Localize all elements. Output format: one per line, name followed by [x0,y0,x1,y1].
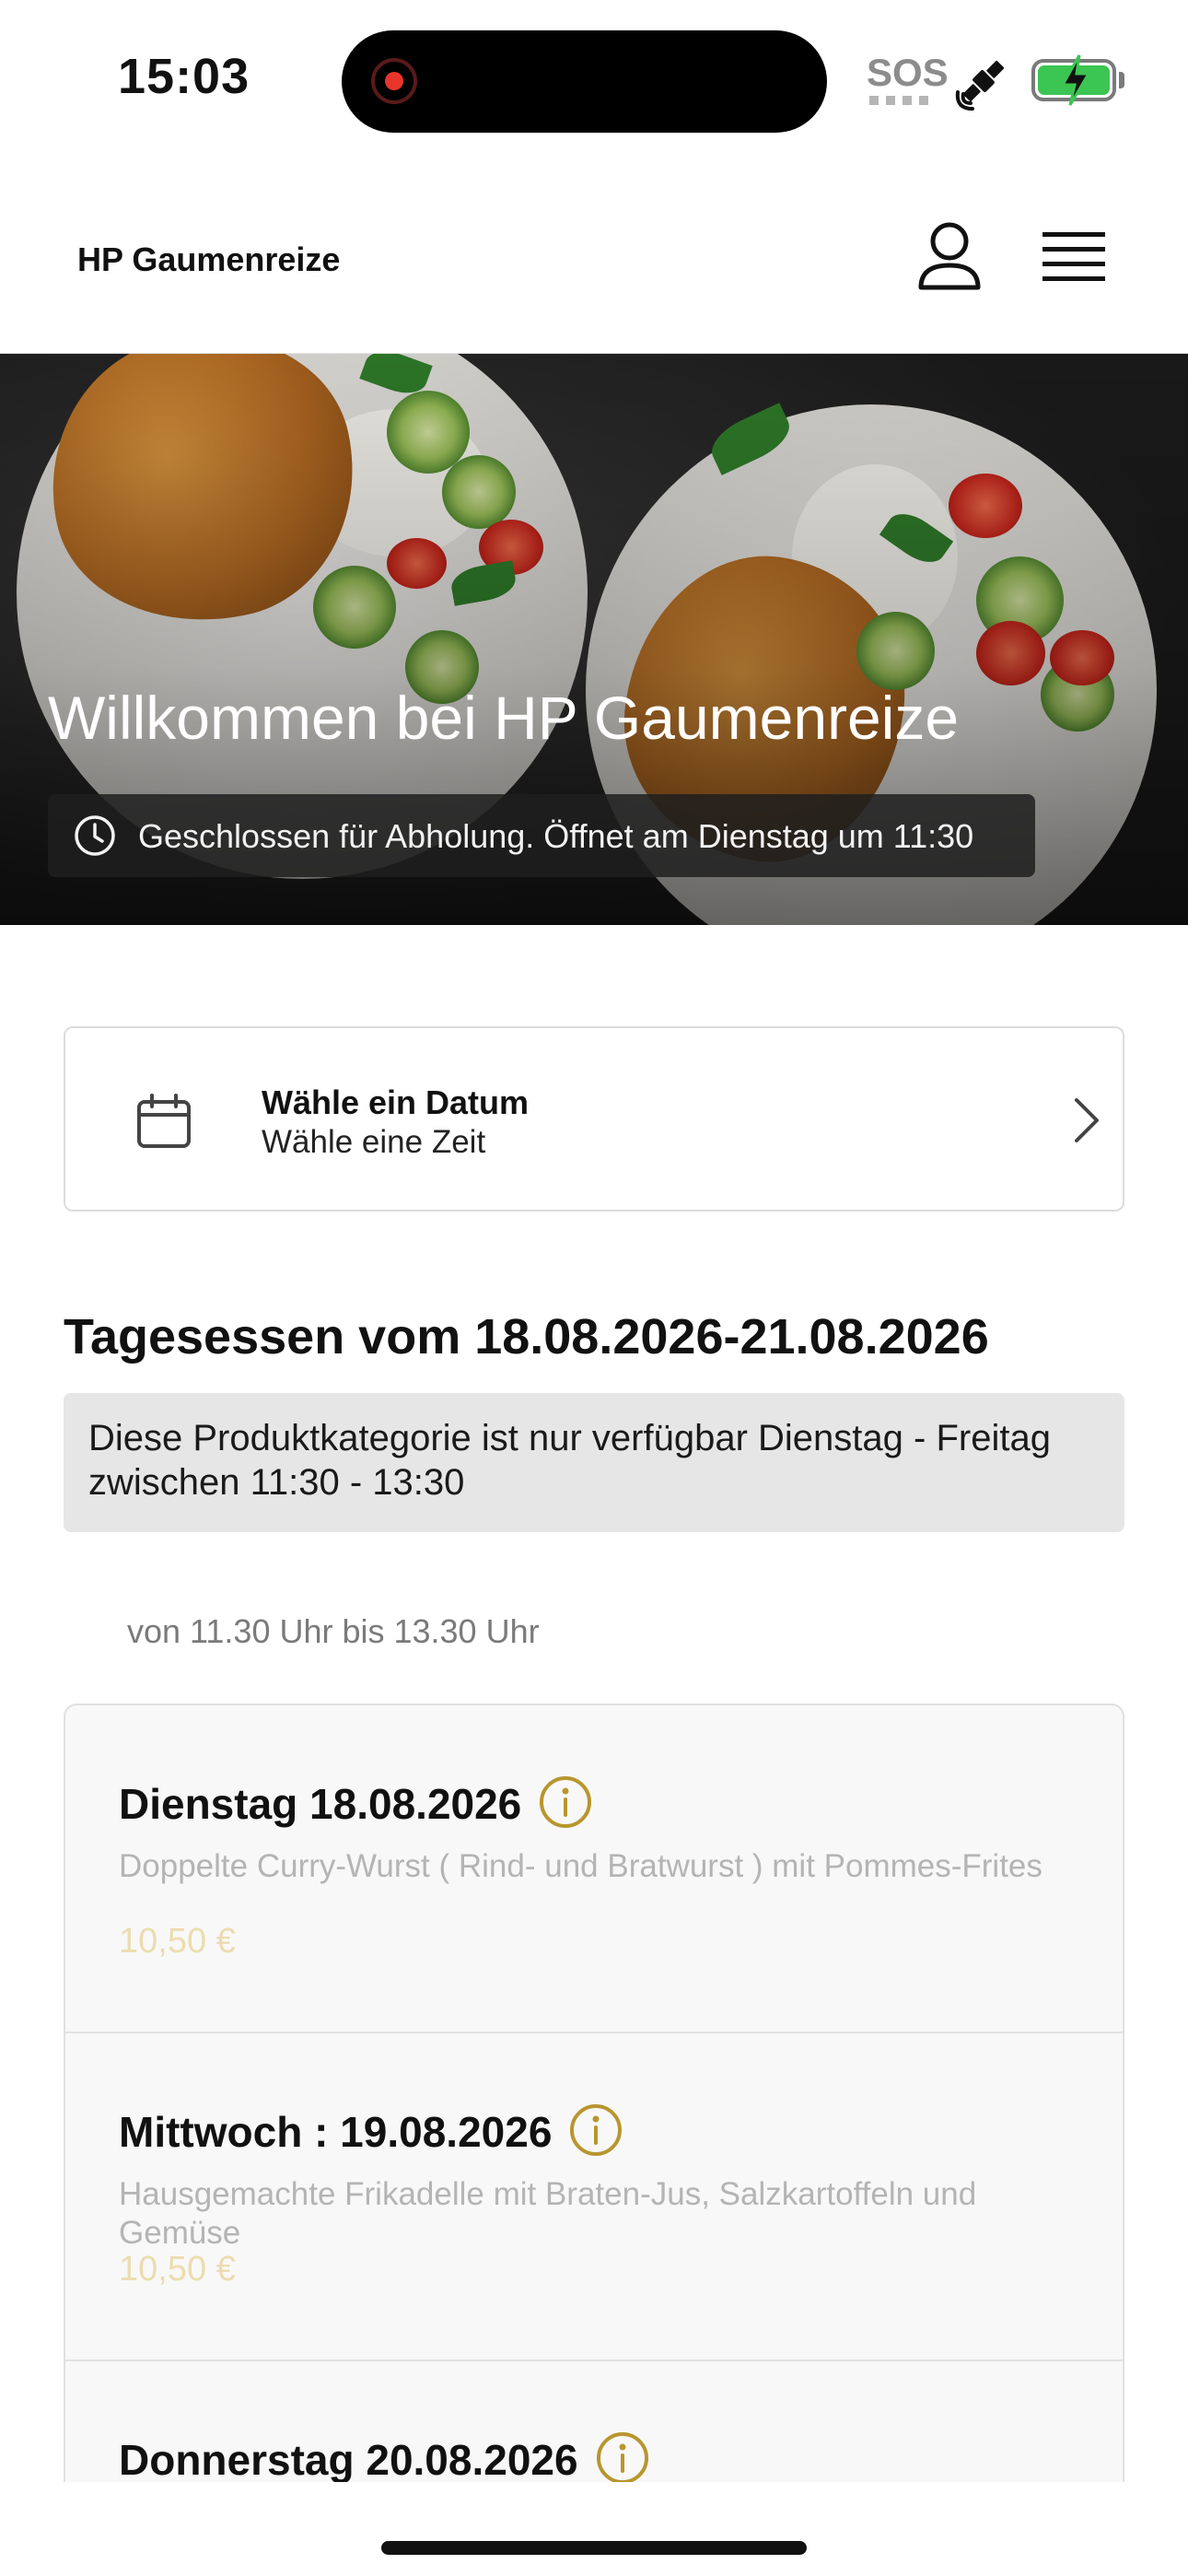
menu-item-title: Donnerstag 20.08.2026 [119,2431,650,2482]
menu-item[interactable]: Donnerstag 20.08.2026 [65,2361,1123,2482]
opening-hours-badge: Geschlossen für Abholung. Öffnet am Dien… [48,794,1035,877]
chevron-right-icon [1075,1098,1099,1142]
availability-notice: Diese Produktkategorie ist nur verfügbar… [64,1393,1124,1532]
menu-item-day: Donnerstag 20.08.2026 [119,2436,578,2482]
date-picker-title: Wähle ein Datum [262,1083,530,1121]
menu-item-price: 10,50 € [119,2250,236,2289]
hero-banner: Willkommen bei HP Gaumenreize Geschlosse… [0,354,1188,925]
clock-icon [75,815,115,856]
charging-bolt-icon [1060,54,1091,106]
opening-hours-text: Geschlossen für Abholung. Öffnet am Dien… [138,817,974,855]
menu-list: Dienstag 18.08.2026 Doppelte Curry-Wurst… [64,1704,1124,2482]
info-icon[interactable] [538,1774,593,1830]
battery-cap [1119,72,1124,88]
dynamic-island [342,30,827,133]
info-icon[interactable] [568,2102,623,2158]
screen-recording-icon [371,58,417,104]
menu-item-day: Dienstag 18.08.2026 [119,1780,522,1828]
info-icon[interactable] [595,2430,650,2482]
menu-item-title: Mittwoch : 19.08.2026 [119,2103,623,2163]
hero-title: Willkommen bei HP Gaumenreize [48,684,960,752]
section-title: Tagesessen vom 18.08.2026-21.08.2026 [64,1309,989,1364]
menu-item-day: Mittwoch : 19.08.2026 [119,2108,553,2156]
menu-item-description: Doppelte Curry-Wurst ( Rind- und Bratwur… [119,1848,1042,1884]
status-bar: 15:03 SOS [0,0,1188,157]
signal-dots-icon [869,96,930,105]
status-time: 15:03 [118,49,250,104]
sos-indicator: SOS [867,51,949,94]
home-indicator[interactable] [381,2541,807,2555]
calendar-icon [137,1094,191,1148]
menu-item-description: Hausgemachte Frikadelle mit Braten-Jus, … [119,2176,977,2251]
serving-time-note: von 11.30 Uhr bis 13.30 Uhr [127,1612,540,1650]
time-picker-subtitle: Wähle eine Zeit [262,1124,486,1160]
menu-item-title: Dienstag 18.08.2026 [119,1775,593,1835]
brand-name[interactable]: HP Gaumenreize [77,240,340,279]
menu-item[interactable]: Mittwoch : 19.08.2026 Hausgemachte Frika… [65,2033,1123,2361]
satellite-icon [955,60,1005,111]
hamburger-menu-icon[interactable] [1042,230,1105,282]
app-header: HP Gaumenreize [0,157,1188,354]
menu-item[interactable]: Dienstag 18.08.2026 Doppelte Curry-Wurst… [65,1705,1123,2033]
availability-text: Diese Produktkategorie ist nur verfügbar… [88,1418,1051,1503]
menu-item-price: 10,50 € [119,1922,236,1961]
date-time-picker[interactable]: Wähle ein Datum Wähle eine Zeit [64,1026,1124,1212]
user-icon[interactable] [915,221,984,291]
